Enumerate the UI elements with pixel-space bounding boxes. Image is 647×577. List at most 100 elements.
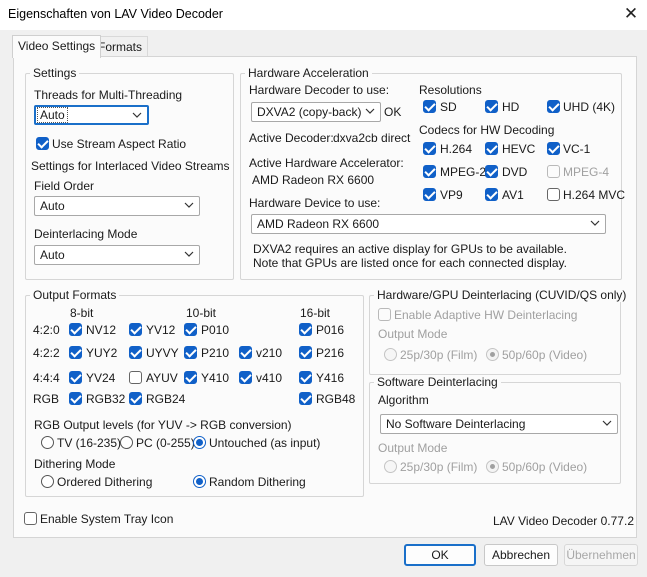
format-p210-checkbox[interactable] (184, 346, 197, 359)
version-label: LAV Video Decoder 0.77.2 (493, 514, 634, 528)
format-y416-label: Y416 (316, 371, 345, 385)
format-rgb48-checkbox[interactable] (299, 392, 312, 405)
hw-note-line2: Note that GPUs are listed once for each … (253, 256, 567, 270)
rgb-level-untouched-radio[interactable] (193, 436, 206, 449)
active-accel-value: AMD Radeon RX 6600 (252, 173, 375, 187)
resolution-sd-label: SD (440, 100, 457, 114)
hw-device-value: AMD Radeon RX 6600 (257, 217, 380, 231)
codec-hevc-checkbox[interactable] (485, 142, 498, 155)
format-p016-checkbox[interactable] (299, 323, 312, 336)
chevron-down-icon (184, 251, 194, 257)
sw-deint-video-radio[interactable] (486, 460, 499, 473)
format-uyvy-label: UYVY (146, 346, 179, 360)
resolutions-label: Resolutions (419, 83, 482, 97)
format-v410-checkbox[interactable] (239, 371, 252, 384)
hw-decoder-label: Hardware Decoder to use: (249, 83, 390, 97)
resolution-uhd-label: UHD (4K) (563, 100, 616, 114)
apply-button[interactable]: Übernehmen (564, 544, 638, 566)
hw-device-label: Hardware Device to use: (249, 196, 381, 210)
ok-button[interactable]: OK (404, 544, 476, 566)
format-nv12-checkbox[interactable] (69, 323, 82, 336)
format-uyvy-checkbox[interactable] (129, 346, 142, 359)
format-yv12-checkbox[interactable] (129, 323, 142, 336)
codec-vp9-checkbox[interactable] (423, 188, 436, 201)
dithering-random-radio[interactable] (193, 475, 206, 488)
format-p216-checkbox[interactable] (299, 346, 312, 359)
active-decoder-label: Active Decoder: (249, 131, 334, 145)
hw-device-combo[interactable]: AMD Radeon RX 6600 (251, 214, 606, 234)
codec-h264mvc-label: H.264 MVC (563, 188, 626, 202)
format-rgb48-label: RGB48 (316, 392, 356, 406)
format-yuy2-checkbox[interactable] (69, 346, 82, 359)
row-label-rgb: RGB (33, 392, 60, 406)
hw-deint-output-mode-label: Output Mode (378, 327, 448, 341)
field-order-label: Field Order (34, 179, 95, 193)
stream-aspect-label: Use Stream Aspect Ratio (52, 137, 187, 151)
rgb-levels-label: RGB Output levels (for YUV -> RGB conver… (34, 418, 292, 432)
sw-deint-output-mode-label: Output Mode (378, 441, 448, 455)
chevron-down-icon (590, 220, 600, 226)
hw-deint-film-radio[interactable] (384, 348, 397, 361)
window-title: Eigenschaften von LAV Video Decoder (8, 7, 223, 21)
hw-accel-group-title: Hardware Acceleration (245, 66, 372, 80)
threads-combo[interactable]: Auto (34, 105, 149, 125)
algorithm-label: Algorithm (378, 393, 429, 407)
row-label-422: 4:2:2 (33, 346, 60, 360)
algorithm-combo[interactable]: No Software Deinterlacing (380, 414, 618, 434)
hw-decoder-combo[interactable]: DXVA2 (copy-back) (251, 102, 381, 122)
tab-video-settings[interactable]: Video Settings (12, 35, 102, 58)
codec-vc1-checkbox[interactable] (547, 142, 560, 155)
col-header-8bit: 8-bit (70, 306, 94, 320)
format-v210-label: v210 (256, 346, 283, 360)
resolution-hd-label: HD (502, 100, 520, 114)
format-ayuv-checkbox[interactable] (129, 371, 142, 384)
rgb-level-untouched-label: Untouched (as input) (209, 436, 321, 450)
codec-hevc-label: HEVC (502, 142, 536, 156)
format-p016-label: P016 (316, 323, 345, 337)
sw-deint-film-radio[interactable] (384, 460, 397, 473)
format-yv12-label: YV12 (146, 323, 176, 337)
hw-deint-video-radio[interactable] (486, 348, 499, 361)
field-order-combo[interactable]: Auto (34, 196, 200, 216)
close-icon[interactable]: ✕ (620, 3, 642, 25)
codec-mpeg2-checkbox[interactable] (423, 165, 436, 178)
codec-av1-checkbox[interactable] (485, 188, 498, 201)
dithering-random-label: Random Dithering (209, 475, 306, 489)
codec-mpeg4-checkbox[interactable] (547, 165, 560, 178)
dithering-ordered-label: Ordered Dithering (57, 475, 153, 489)
format-p010-checkbox[interactable] (184, 323, 197, 336)
algorithm-value: No Software Deinterlacing (386, 417, 526, 431)
hw-decoder-status: OK (384, 105, 402, 119)
codec-h264-checkbox[interactable] (423, 142, 436, 155)
codec-dvd-checkbox[interactable] (485, 165, 498, 178)
format-v210-checkbox[interactable] (239, 346, 252, 359)
stream-aspect-checkbox[interactable] (36, 137, 49, 150)
resolution-uhd-checkbox[interactable] (547, 100, 560, 113)
active-decoder-value: dxva2cb direct (333, 131, 411, 145)
dithering-label: Dithering Mode (34, 457, 116, 471)
cancel-button[interactable]: Abbrechen (484, 544, 558, 566)
codecs-label: Codecs for HW Decoding (419, 123, 555, 137)
format-yv24-label: YV24 (86, 371, 116, 385)
hw-deint-video-label: 50p/60p (Video) (502, 348, 588, 362)
adaptive-hw-deint-checkbox[interactable] (378, 308, 391, 321)
format-rgb24-checkbox[interactable] (129, 392, 142, 405)
format-y410-checkbox[interactable] (184, 371, 197, 384)
resolution-sd-checkbox[interactable] (423, 100, 436, 113)
chevron-down-icon (184, 202, 194, 208)
rgb-level-pc-radio[interactable] (120, 436, 133, 449)
sw-deint-film-label: 25p/30p (Film) (400, 460, 478, 474)
threads-value: Auto (37, 107, 68, 123)
system-tray-checkbox[interactable] (24, 512, 37, 525)
resolution-hd-checkbox[interactable] (485, 100, 498, 113)
dithering-ordered-radio[interactable] (41, 475, 54, 488)
deinterlacing-mode-combo[interactable]: Auto (34, 245, 200, 265)
sw-deint-video-label: 50p/60p (Video) (502, 460, 588, 474)
format-nv12-label: NV12 (86, 323, 117, 337)
format-y416-checkbox[interactable] (299, 371, 312, 384)
rgb-level-tv-radio[interactable] (41, 436, 54, 449)
codec-h264mvc-checkbox[interactable] (547, 188, 560, 201)
format-yv24-checkbox[interactable] (69, 371, 82, 384)
row-label-444: 4:4:4 (33, 371, 60, 385)
format-rgb32-checkbox[interactable] (69, 392, 82, 405)
